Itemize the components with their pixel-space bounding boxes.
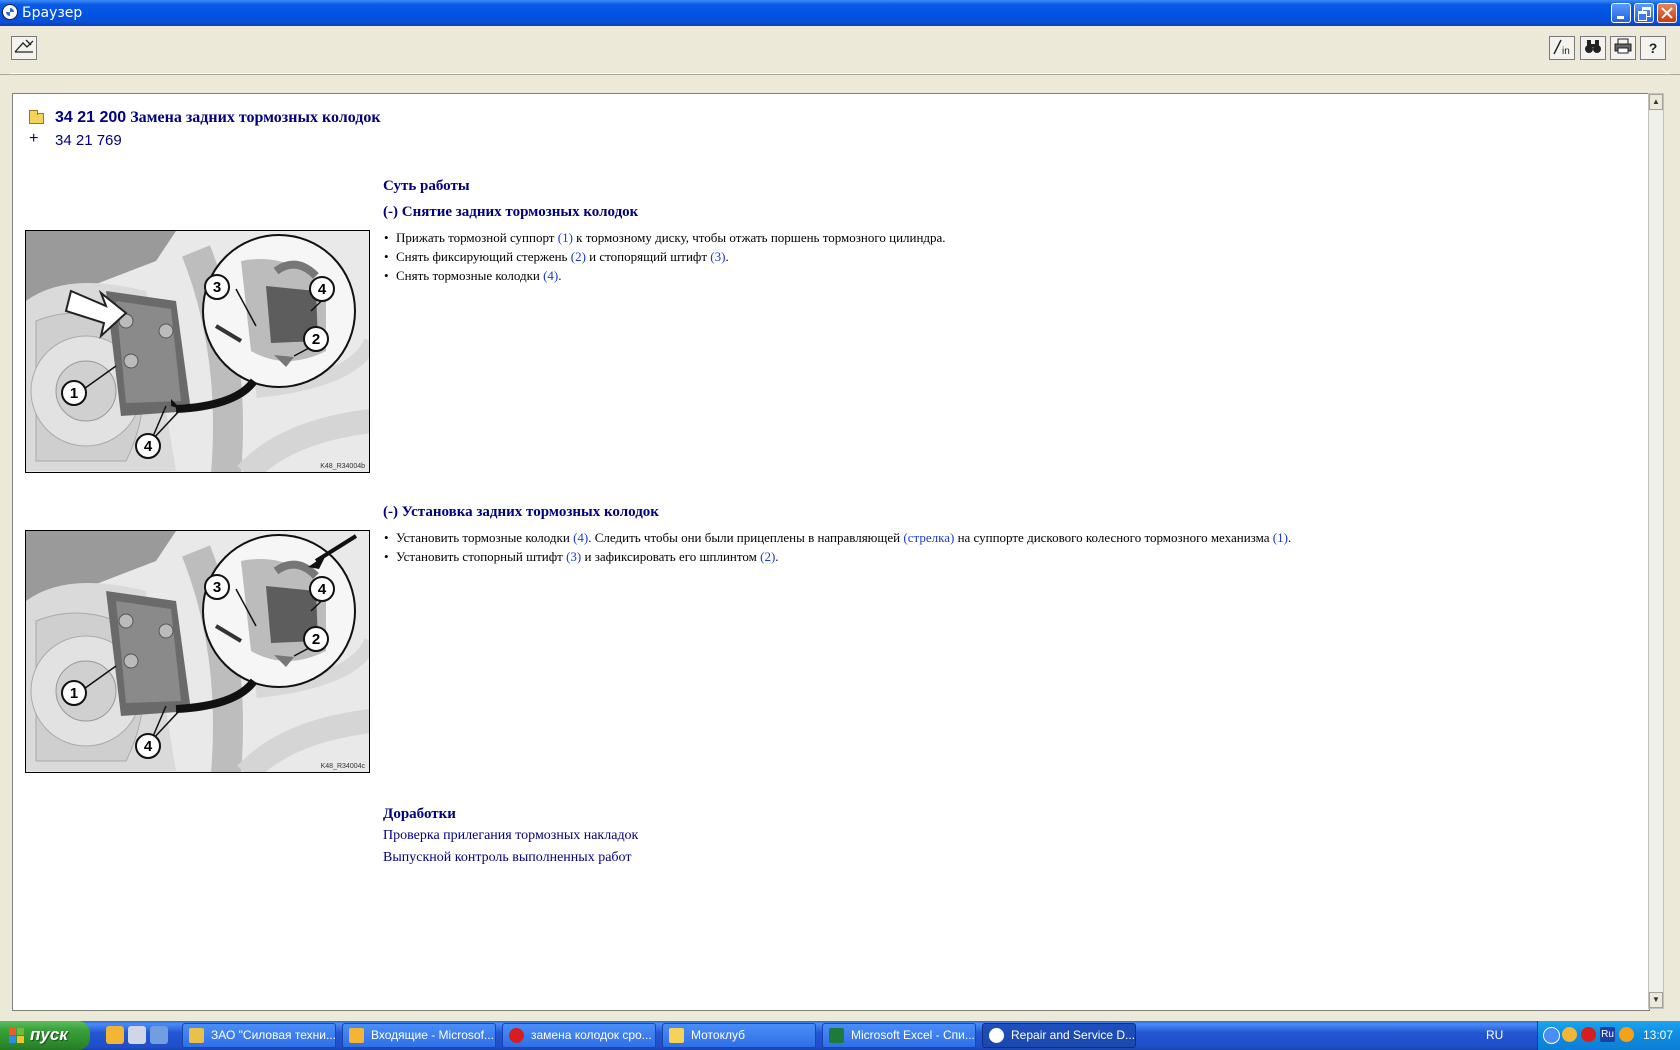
- taskbar: пуск ЗАО "Силовая техни... Входящие - Mi…: [0, 1021, 1680, 1050]
- quicklaunch-save-icon[interactable]: [128, 1026, 146, 1044]
- followup-link-check-pads[interactable]: Проверка прилегания тормозных накладок: [383, 828, 638, 844]
- callout-4: 4: [144, 438, 153, 455]
- removal-illustration: 1 2 3 4 4 K48_R34004b: [25, 230, 370, 473]
- quicklaunch-ie-icon[interactable]: [150, 1026, 168, 1044]
- bmw-icon: [989, 1028, 1004, 1043]
- callout-4: 4: [318, 281, 327, 298]
- folder-icon: [669, 1028, 684, 1043]
- list-item: Установить тормозные колодки (4). Следит…: [383, 528, 1291, 547]
- help-icon[interactable]: ?: [1640, 36, 1666, 60]
- restore-button[interactable]: [1634, 3, 1654, 23]
- language-indicator[interactable]: RU: [1486, 1028, 1503, 1042]
- toolbar-divider: [10, 73, 1670, 74]
- essence-heading: Суть работы: [383, 178, 470, 194]
- opera-icon: [509, 1028, 524, 1043]
- printer-icon[interactable]: [1610, 36, 1636, 60]
- clock: 13:07: [1643, 1028, 1674, 1042]
- followup-link-final-control[interactable]: Выпускной контроль выполненных работ: [383, 850, 631, 866]
- bmw-app-icon: [2, 4, 18, 20]
- callout-3: 3: [213, 579, 221, 596]
- image-edit-icon[interactable]: [11, 36, 37, 60]
- callout-4: 4: [318, 581, 327, 598]
- system-tray: RU Ru 13:07: [1486, 1021, 1680, 1050]
- list-item: Снять тормозные колодки (4).: [383, 266, 946, 285]
- close-button[interactable]: [1657, 3, 1677, 23]
- vertical-scrollbar[interactable]: ▲ ▼: [1648, 93, 1664, 1009]
- binoculars-icon[interactable]: [1580, 36, 1606, 60]
- excel-icon: [829, 1028, 844, 1043]
- taskbar-item[interactable]: ЗАО "Силовая техни...: [182, 1023, 336, 1048]
- outlook-icon: [349, 1028, 364, 1043]
- svg-text:in: in: [1562, 46, 1570, 57]
- toolbar: in ?: [0, 26, 1680, 75]
- list-item: Прижать тормозной суппорт (1) к тормозно…: [383, 228, 946, 247]
- callout-4: 4: [144, 738, 153, 755]
- expand-plus-icon[interactable]: +: [29, 130, 38, 148]
- taskbar-item[interactable]: Мотоклуб: [662, 1023, 816, 1048]
- tray-mail-icon[interactable]: [1562, 1027, 1577, 1042]
- tray-arrow-icon[interactable]: [1543, 1027, 1560, 1044]
- taskbar-item[interactable]: Microsoft Excel - Спи...: [822, 1023, 976, 1048]
- tray-shield-icon[interactable]: [1581, 1027, 1596, 1042]
- list-item: Установить стопорный штифт (3) и зафикси…: [383, 547, 1291, 566]
- removal-steps: Прижать тормозной суппорт (1) к тормозно…: [383, 228, 946, 285]
- tray-app-icon[interactable]: [1619, 1027, 1634, 1042]
- related-document-link[interactable]: 34 21 769: [55, 132, 122, 149]
- document-view[interactable]: 34 21 200 Замена задних тормозных колодо…: [12, 93, 1650, 1011]
- tray-ru-icon[interactable]: Ru: [1600, 1027, 1615, 1042]
- taskbar-item[interactable]: замена колодок сро...: [502, 1023, 656, 1048]
- callout-1: 1: [70, 685, 78, 702]
- windows-logo-icon: [9, 1028, 24, 1043]
- scroll-up-icon[interactable]: ▲: [1649, 94, 1663, 110]
- window-title: Браузер: [22, 5, 83, 21]
- callout-3: 3: [213, 279, 221, 296]
- title-bar: Браузер: [0, 0, 1680, 26]
- folder-icon: [29, 110, 44, 124]
- document-title: 34 21 200 Замена задних тормозных колодо…: [55, 109, 381, 126]
- browser-icon: [189, 1028, 204, 1043]
- figure-code: K48_R34004b: [320, 463, 365, 470]
- callout-2: 2: [312, 631, 320, 648]
- insert-icon[interactable]: in: [1549, 36, 1575, 60]
- installation-illustration: 1 2 3 4 4 K48_R34004c: [25, 530, 370, 773]
- followup-heading: Доработки: [383, 806, 456, 822]
- installation-heading[interactable]: (-) Установка задних тормозных колодок: [383, 504, 659, 521]
- scroll-down-icon[interactable]: ▼: [1649, 992, 1663, 1008]
- installation-steps: Установить тормозные колодки (4). Следит…: [383, 528, 1291, 566]
- taskbar-item-active[interactable]: Repair and Service D...: [982, 1023, 1136, 1048]
- figure-code: K48_R34004c: [320, 763, 365, 770]
- list-item: Снять фиксирующий стержень (2) и стопоря…: [383, 247, 946, 266]
- taskbar-item[interactable]: Входящие - Microsof...: [342, 1023, 496, 1048]
- callout-2: 2: [312, 331, 320, 348]
- start-button[interactable]: пуск: [0, 1021, 90, 1050]
- callout-1: 1: [70, 385, 78, 402]
- minimize-button[interactable]: [1611, 3, 1631, 23]
- removal-heading[interactable]: (-) Снятие задних тормозных колодок: [383, 204, 638, 221]
- quicklaunch-outlook-icon[interactable]: [106, 1026, 124, 1044]
